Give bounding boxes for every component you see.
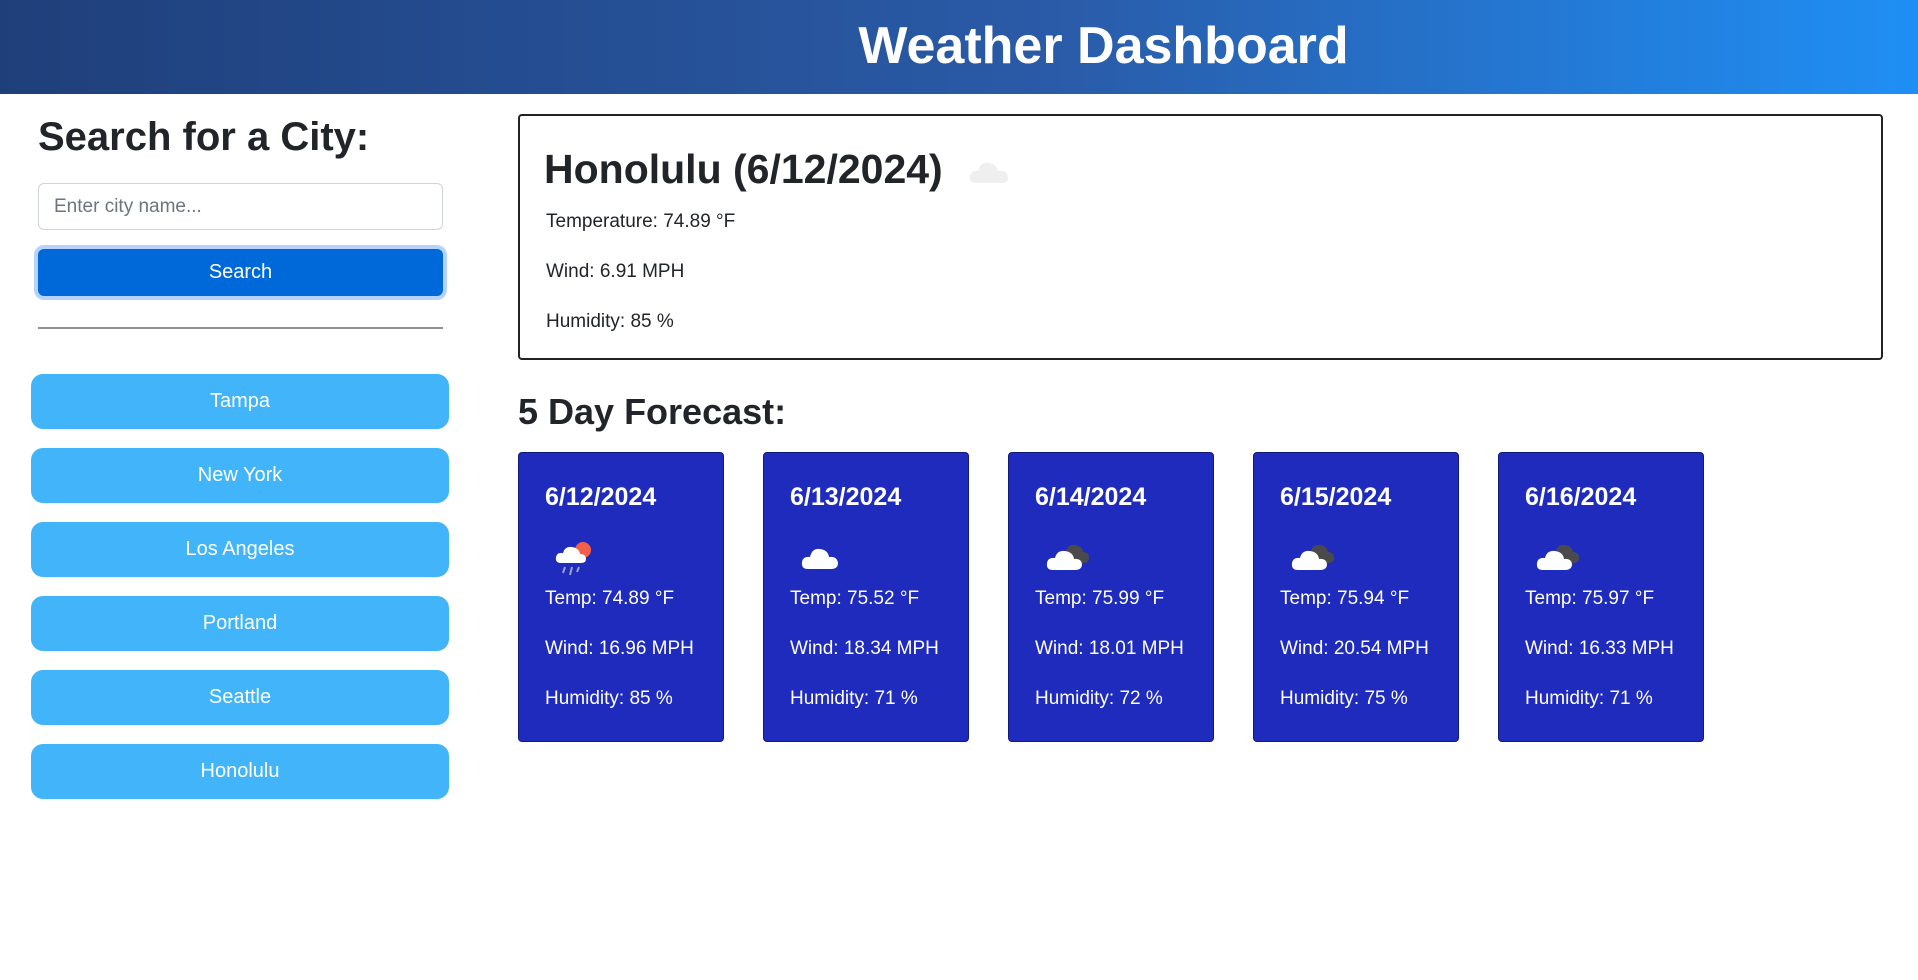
forecast-temp: Temp: 75.99 °F: [1035, 588, 1165, 609]
forecast-humidity: Humidity: 72 %: [1035, 688, 1163, 709]
forecast-date: 6/15/2024: [1280, 483, 1392, 511]
forecast-wind: Wind: 18.34 MPH: [790, 638, 939, 659]
forecast-humidity: Humidity: 75 %: [1280, 688, 1408, 709]
history-button-new-york[interactable]: New York: [31, 448, 449, 503]
forecast-date: 6/13/2024: [790, 483, 902, 511]
forecast-card: 6/14/2024 Temp: 75.99 °F Wind: 18.01 MPH…: [1008, 452, 1214, 742]
search-history-list: Tampa New York Los Angeles Portland Seat…: [31, 374, 449, 818]
history-button-tampa[interactable]: Tampa: [31, 374, 449, 429]
app-header: Weather Dashboard: [0, 0, 1918, 94]
forecast-humidity: Humidity: 71 %: [790, 688, 918, 709]
forecast-card: 6/13/2024 Temp: 75.52 °F Wind: 18.34 MPH…: [763, 452, 969, 742]
forecast-temp: Temp: 75.94 °F: [1280, 588, 1410, 609]
broken-clouds-icon: [1535, 539, 1581, 584]
forecast-humidity: Humidity: 71 %: [1525, 688, 1653, 709]
current-city-title: Honolulu (6/12/2024): [544, 146, 943, 192]
history-button-portland[interactable]: Portland: [31, 596, 449, 651]
app-title: Weather Dashboard: [858, 17, 1349, 75]
forecast-cards: 6/12/2024 Temp: 74.89 °F Wind: 16.96 MPH…: [518, 452, 1768, 742]
forecast-wind: Wind: 20.54 MPH: [1280, 638, 1429, 659]
forecast-wind: Wind: 18.01 MPH: [1035, 638, 1184, 659]
current-humidity: Humidity: 85 %: [546, 311, 674, 332]
cloud-icon: [967, 158, 1011, 191]
forecast-humidity: Humidity: 85 %: [545, 688, 673, 709]
sidebar-divider: [38, 327, 443, 329]
forecast-wind: Wind: 16.96 MPH: [545, 638, 694, 659]
cloud-icon: [800, 539, 842, 584]
forecast-card: 6/16/2024 Temp: 75.97 °F Wind: 16.33 MPH…: [1498, 452, 1704, 742]
search-button[interactable]: Search: [38, 249, 443, 296]
forecast-heading: 5 Day Forecast:: [518, 391, 787, 432]
broken-clouds-icon: [1045, 539, 1091, 584]
rain-sun-icon: [555, 539, 597, 584]
forecast-card: 6/15/2024 Temp: 75.94 °F Wind: 20.54 MPH…: [1253, 452, 1459, 742]
history-button-seattle[interactable]: Seattle: [31, 670, 449, 725]
forecast-date: 6/14/2024: [1035, 483, 1147, 511]
broken-clouds-icon: [1290, 539, 1336, 584]
current-wind: Wind: 6.91 MPH: [546, 261, 685, 282]
history-button-los-angeles[interactable]: Los Angeles: [31, 522, 449, 577]
forecast-date: 6/16/2024: [1525, 483, 1637, 511]
forecast-date: 6/12/2024: [545, 483, 657, 511]
forecast-wind: Wind: 16.33 MPH: [1525, 638, 1674, 659]
forecast-temp: Temp: 75.97 °F: [1525, 588, 1655, 609]
current-temperature: Temperature: 74.89 °F: [546, 211, 736, 232]
current-weather-panel: Honolulu (6/12/2024) Temperature: 74.89 …: [518, 114, 1883, 360]
forecast-temp: Temp: 75.52 °F: [790, 588, 920, 609]
search-heading: Search for a City:: [38, 115, 370, 159]
city-search-input[interactable]: [38, 183, 443, 230]
history-button-honolulu[interactable]: Honolulu: [31, 744, 449, 799]
sidebar: Search for a City: Search Tampa New York…: [0, 94, 480, 980]
forecast-card: 6/12/2024 Temp: 74.89 °F Wind: 16.96 MPH…: [518, 452, 724, 742]
forecast-temp: Temp: 74.89 °F: [545, 588, 675, 609]
